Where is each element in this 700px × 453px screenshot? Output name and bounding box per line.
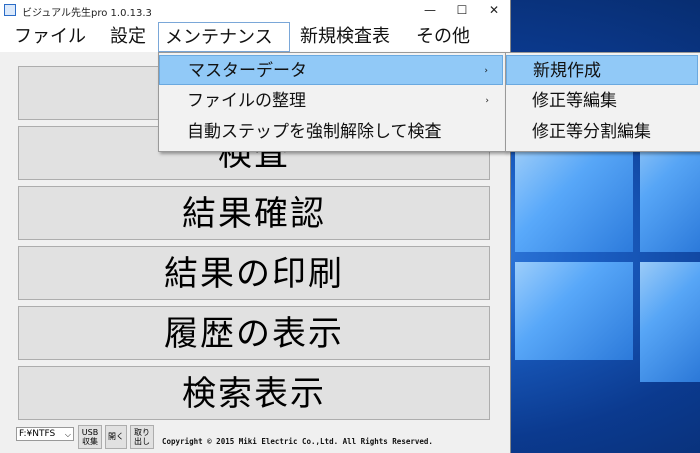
windows-logo-pane xyxy=(515,150,633,252)
eject-button[interactable]: 取り 出し xyxy=(130,425,154,449)
search-display-button[interactable]: 検索表示 xyxy=(18,366,490,420)
minimize-button[interactable]: — xyxy=(414,0,446,22)
show-history-button[interactable]: 履歴の表示 xyxy=(18,306,490,360)
chevron-down-icon: ⌵ xyxy=(64,430,71,439)
print-results-button[interactable]: 結果の印刷 xyxy=(18,246,490,300)
chevron-right-icon: › xyxy=(485,96,489,106)
master-data-submenu: 新規作成 修正等編集 修正等分割編集 xyxy=(505,52,700,152)
windows-logo-pane xyxy=(640,262,700,382)
copyright-text: Copyright © 2015 Miki Electric Co.,Ltd. … xyxy=(162,437,433,446)
chevron-right-icon: › xyxy=(484,66,488,76)
maximize-button[interactable]: ☐ xyxy=(446,0,478,22)
menu-item-new-create[interactable]: 新規作成 xyxy=(506,55,698,85)
app-icon xyxy=(4,4,16,16)
open-button[interactable]: 開く xyxy=(105,425,127,449)
menu-settings[interactable]: 設定 xyxy=(104,22,152,52)
menu-file[interactable]: ファイル xyxy=(8,22,92,52)
window-title: ビジュアル先生pro 1.0.13.3 xyxy=(22,8,152,19)
maintenance-dropdown: マスターデータ › ファイルの整理 › 自動ステップを強制解除して検査 xyxy=(158,52,506,152)
menu-new-inspection-sheet[interactable]: 新規検査表 xyxy=(294,22,396,52)
title-bar: ビジュアル先生pro 1.0.13.3 — ☐ ✕ xyxy=(0,0,510,22)
menu-item-file-organize[interactable]: ファイルの整理 › xyxy=(159,86,503,116)
usb-collect-button[interactable]: USB 収集 xyxy=(78,425,102,449)
menu-bar: ファイル 設定 メンテナンス 新規検査表 その他 xyxy=(0,22,510,52)
menu-item-edit[interactable]: 修正等編集 xyxy=(506,86,698,116)
windows-logo-pane xyxy=(515,262,633,360)
drive-select[interactable]: F:¥NTFS ⌵ xyxy=(16,427,74,441)
menu-item-label: ファイルの整理 xyxy=(187,91,306,111)
drive-value: F:¥NTFS xyxy=(19,429,56,439)
menu-other[interactable]: その他 xyxy=(410,22,476,52)
menu-item-master-data[interactable]: マスターデータ › xyxy=(159,55,503,85)
result-check-button[interactable]: 結果確認 xyxy=(18,186,490,240)
menu-item-split-edit[interactable]: 修正等分割編集 xyxy=(506,117,698,147)
menu-item-label: マスターデータ xyxy=(188,61,307,81)
menu-maintenance[interactable]: メンテナンス xyxy=(158,22,290,52)
close-button[interactable]: ✕ xyxy=(478,0,510,22)
menu-item-force-inspect[interactable]: 自動ステップを強制解除して検査 xyxy=(159,117,503,147)
menu-item-label: 自動ステップを強制解除して検査 xyxy=(187,122,442,142)
